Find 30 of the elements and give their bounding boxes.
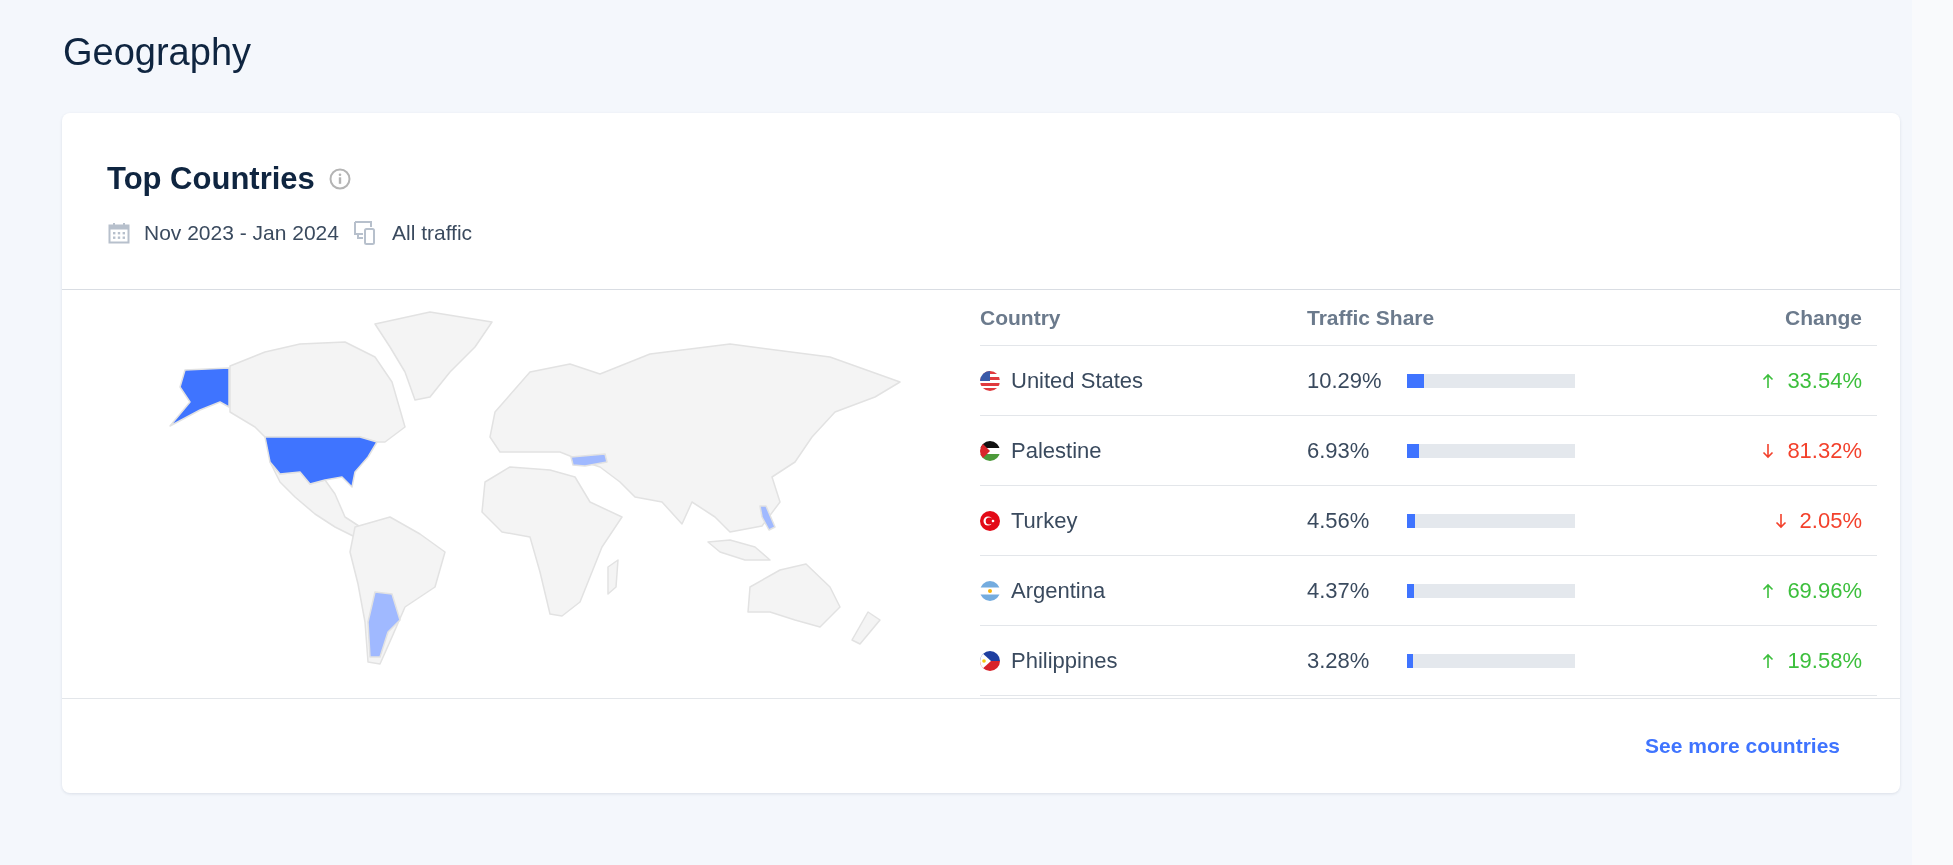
flag-icon: [980, 440, 1000, 461]
change-value: 2.05%: [1799, 507, 1862, 534]
flag-icon: [980, 580, 1000, 601]
column-header: Change: [1784, 305, 1863, 330]
traffic-share: 10.29%: [1307, 367, 1383, 394]
traffic-share: 4.56%: [1307, 507, 1371, 534]
traffic-share: 4.37%: [1307, 577, 1371, 604]
traffic-share: 6.93%: [1307, 437, 1371, 464]
info-icon[interactable]: [328, 168, 351, 190]
column-header: Country: [980, 305, 1062, 330]
change-value: 69.96%: [1787, 577, 1862, 604]
column-header: Traffic Share: [1307, 305, 1436, 330]
change-value: 33.54%: [1787, 367, 1862, 394]
date-range: Nov 2023 - Jan 2024: [144, 221, 339, 245]
country-name: Palestine: [1011, 437, 1102, 464]
calendar-icon: [107, 221, 131, 245]
traffic-type: All traffic: [391, 221, 473, 245]
traffic-share: 3.28%: [1307, 647, 1371, 674]
see-more-link[interactable]: See more countries: [1645, 734, 1840, 758]
flag-icon: [980, 650, 1000, 671]
country-name: United States: [1011, 367, 1144, 394]
card-title: Top Countries: [107, 160, 315, 198]
flag-icon: [980, 510, 1000, 531]
country-name: Turkey: [1011, 507, 1078, 534]
page-title: Geography: [63, 30, 252, 75]
country-name: Philippines: [1011, 647, 1118, 674]
flag-icon: [980, 370, 1000, 391]
change-value: 19.58%: [1787, 647, 1862, 674]
country-name: Argentina: [1011, 577, 1106, 604]
change-value: 81.32%: [1787, 437, 1862, 464]
